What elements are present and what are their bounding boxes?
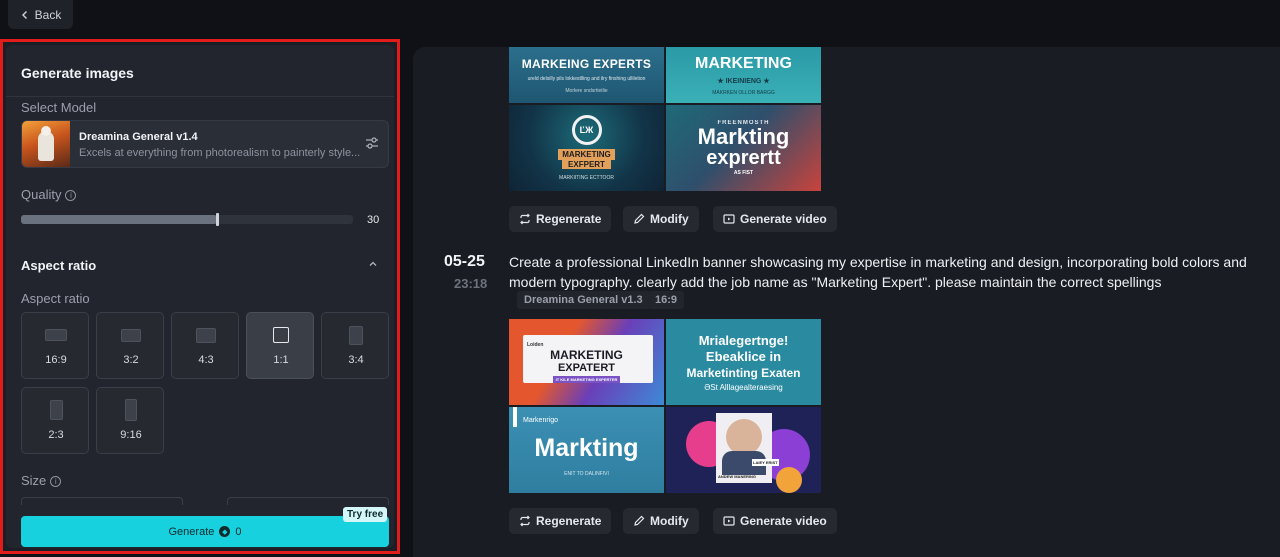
model-name: Dreamina General v1.4 bbox=[79, 131, 198, 143]
modify-button[interactable]: Modify bbox=[623, 508, 699, 534]
regenerate-button[interactable]: Regenerate bbox=[509, 206, 612, 232]
result-image[interactable]: Mrialegertnge! Ebeaklice in Marketinting… bbox=[666, 319, 821, 405]
pencil-icon bbox=[634, 213, 645, 224]
result-image[interactable]: FREENMOSTH Markting exprertt AS FIST bbox=[666, 105, 821, 191]
generate-video-button[interactable]: Generate video bbox=[713, 508, 837, 534]
ratio-label: 16:9 bbox=[45, 354, 67, 366]
result-image[interactable]: MARKEING EXPERTS ureld delsilly pils lok… bbox=[509, 47, 664, 103]
generate-label: Generate bbox=[168, 525, 215, 538]
generate-panel: Generate images Select Model Dreamina Ge… bbox=[6, 45, 394, 548]
top-bar: Back bbox=[0, 0, 1280, 40]
ratio-tag: 16:9 bbox=[648, 291, 685, 309]
entry-date: 05-25 bbox=[444, 253, 485, 270]
height-input[interactable] bbox=[227, 497, 389, 505]
model-tag: Dreamina General v1.3 bbox=[517, 291, 650, 309]
ratio-label: 3:2 bbox=[123, 354, 139, 366]
quality-value: 30 bbox=[367, 214, 380, 226]
video-add-icon bbox=[723, 214, 735, 224]
quality-label: Quality bbox=[21, 187, 62, 202]
generate-video-button[interactable]: Generate video bbox=[713, 206, 837, 232]
sliders-icon[interactable] bbox=[365, 136, 379, 150]
ratio-option-4-3[interactable]: 4:3 bbox=[171, 312, 239, 379]
ratio-shape-icon bbox=[125, 399, 137, 421]
ratio-shape-icon bbox=[45, 329, 67, 341]
credit-coin-icon: ◆ bbox=[219, 526, 231, 537]
ratio-label: 1:1 bbox=[273, 354, 289, 366]
result-image[interactable]: ĽЖ MARKETING EXFPERT MARKIITING ECTTOOR bbox=[509, 105, 664, 191]
chevron-left-icon bbox=[21, 10, 27, 19]
ratio-option-16-9[interactable]: 16:9 bbox=[21, 312, 89, 379]
repeat-icon bbox=[520, 213, 530, 225]
regenerate-button[interactable]: Regenerate bbox=[509, 508, 612, 534]
quality-label-row: Quality i bbox=[21, 187, 77, 202]
quality-slider[interactable] bbox=[21, 213, 353, 226]
entry-time: 23:18 bbox=[454, 276, 488, 291]
ratio-option-1-1[interactable]: 1:1 bbox=[246, 312, 314, 379]
ratio-label: 2:3 bbox=[48, 429, 64, 441]
model-thumbnail bbox=[22, 121, 70, 167]
chevron-up-icon[interactable] bbox=[368, 259, 378, 269]
ratio-option-3-2[interactable]: 3:2 bbox=[96, 312, 164, 379]
repeat-icon bbox=[520, 515, 530, 527]
slider-fill bbox=[21, 215, 217, 224]
generate-button[interactable]: Generate ◆ 0 bbox=[21, 516, 389, 547]
ratio-shape-icon bbox=[196, 327, 216, 343]
ratio-option-2-3[interactable]: 2:3 bbox=[21, 387, 89, 454]
result-image[interactable]: Markenrigo Markting ENIT TO DALINFIVI bbox=[509, 407, 664, 493]
info-icon[interactable]: i bbox=[65, 190, 77, 201]
back-label: Back bbox=[34, 7, 62, 22]
generate-cost: 0 bbox=[235, 525, 242, 538]
pencil-icon bbox=[634, 515, 645, 526]
result-image[interactable]: Loiden MARKETING EXPATERT IT KILE MARKET… bbox=[509, 319, 664, 405]
generate-panel-highlight: Generate images Select Model Dreamina Ge… bbox=[0, 39, 400, 554]
model-description: Excels at everything from photorealism t… bbox=[79, 147, 361, 159]
ratio-shape-icon bbox=[273, 327, 289, 343]
slider-handle[interactable] bbox=[215, 213, 219, 226]
back-button[interactable]: Back bbox=[8, 0, 73, 29]
ratio-option-9-16[interactable]: 9:16 bbox=[96, 387, 164, 454]
ratio-shape-icon bbox=[121, 328, 141, 342]
ratio-shape-icon bbox=[49, 400, 63, 420]
aspect-section-title[interactable]: Aspect ratio bbox=[21, 258, 96, 273]
size-inputs bbox=[21, 497, 389, 505]
panel-title: Generate images bbox=[21, 65, 134, 81]
size-label-row: Size i bbox=[21, 473, 62, 488]
divider bbox=[6, 96, 394, 97]
info-icon[interactable]: i bbox=[50, 476, 62, 487]
try-free-badge: Try free bbox=[343, 507, 388, 522]
ratio-label: 4:3 bbox=[198, 354, 214, 366]
video-add-icon bbox=[723, 516, 735, 526]
width-input[interactable] bbox=[21, 497, 183, 505]
ratio-option-3-4[interactable]: 3:4 bbox=[321, 312, 389, 379]
results-feed: MARKEING EXPERTS ureld delsilly pils lok… bbox=[413, 47, 1280, 557]
modify-button[interactable]: Modify bbox=[623, 206, 699, 232]
ratio-label: 3:4 bbox=[348, 354, 364, 366]
ratio-shape-icon bbox=[349, 325, 363, 345]
select-model-label: Select Model bbox=[21, 100, 97, 115]
result-image[interactable]: MARKETING ★ IKEINIENG ★ MAKRKEN OLLOR BA… bbox=[666, 47, 821, 103]
model-selector[interactable]: Dreamina General v1.4 Excels at everythi… bbox=[21, 120, 389, 168]
prompt-text: Create a professional LinkedIn banner sh… bbox=[509, 254, 1247, 290]
result-image[interactable]: ANDEW MANERING LAIEY ERIST bbox=[666, 407, 821, 493]
aspect-ratio-label: Aspect ratio bbox=[21, 291, 90, 306]
size-label: Size bbox=[21, 473, 47, 488]
ratio-label: 9:16 bbox=[120, 429, 142, 441]
